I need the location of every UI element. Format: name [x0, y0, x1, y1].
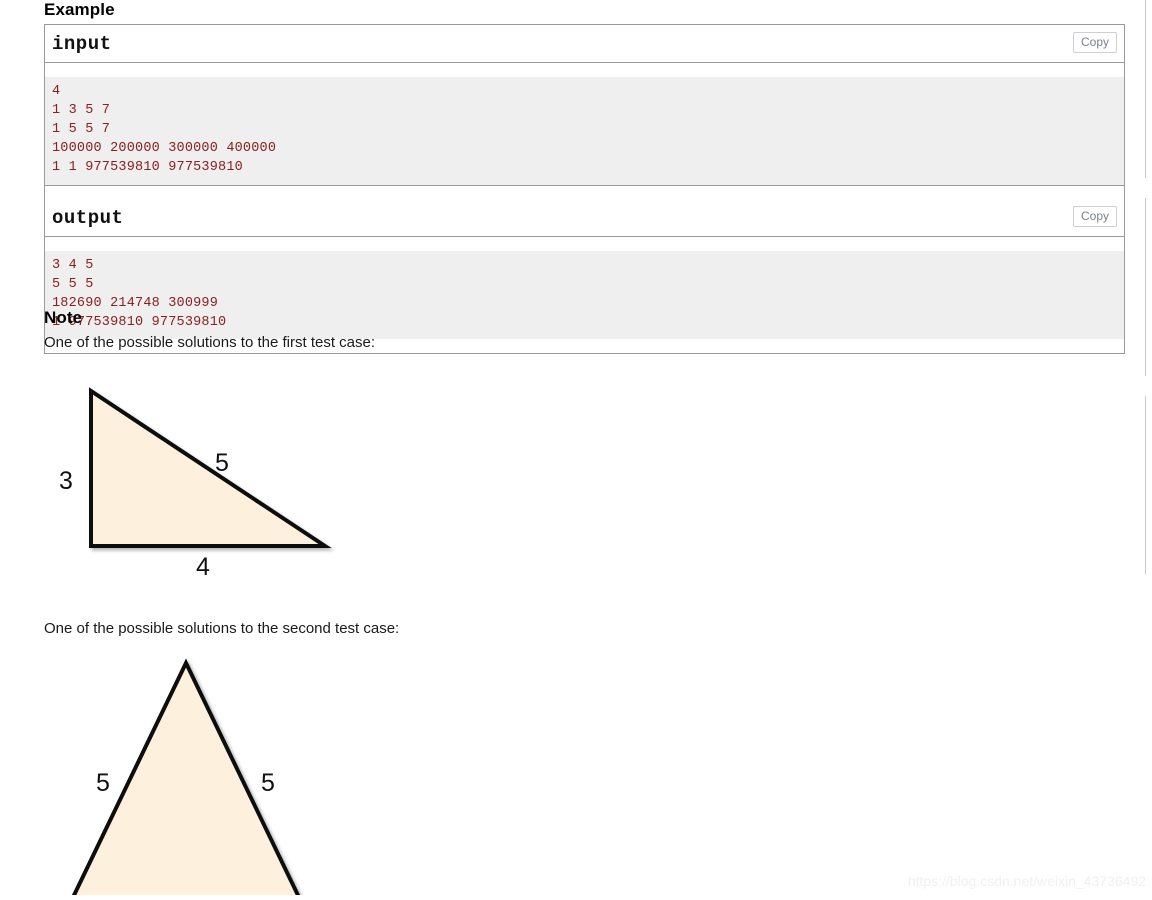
input-header: input Copy — [45, 25, 1124, 63]
output-title: output — [52, 206, 124, 229]
watermark: https://blog.csdn.net/weixin_43736492 — [907, 873, 1146, 889]
note-paragraph-second-case: One of the possible solutions to the sec… — [44, 620, 400, 637]
output-header: output Copy — [45, 199, 1124, 238]
output-content: 3 4 5 5 5 5 182690 214748 300999 1 97753… — [45, 250, 1124, 340]
note-paragraph-first-case: One of the possible solutions to the fir… — [44, 334, 376, 351]
input-title: input — [52, 32, 112, 55]
triangle-shape — [89, 387, 332, 548]
triangle-label-vertical: 3 — [59, 467, 73, 495]
figure-second-test-case: 5 5 — [40, 648, 400, 900]
figure-first-test-case: 3 5 4 — [40, 375, 400, 600]
copy-input-button[interactable]: Copy — [1072, 32, 1117, 53]
example-io-box: input Copy 4 1 3 5 7 1 5 5 7 100000 2000… — [44, 24, 1125, 354]
right-triangle-svg: 3 5 4 — [59, 387, 332, 581]
triangle-label-left: 5 — [96, 769, 110, 797]
page-right-border-segment — [1145, 198, 1146, 376]
triangle-label-base: 4 — [196, 553, 210, 581]
note-heading: Note — [44, 308, 83, 327]
example-heading: Example — [44, 0, 115, 19]
page-right-border-segment — [1145, 0, 1146, 178]
page-right-border-segment — [1145, 396, 1146, 574]
triangle-label-hypotenuse: 5 — [215, 449, 229, 477]
input-content: 4 1 3 5 7 1 5 5 7 100000 200000 300000 4… — [45, 76, 1124, 186]
isosceles-triangle-svg: 5 5 — [69, 658, 303, 900]
copy-output-button[interactable]: Copy — [1072, 206, 1117, 228]
triangle-label-right: 5 — [261, 769, 275, 797]
